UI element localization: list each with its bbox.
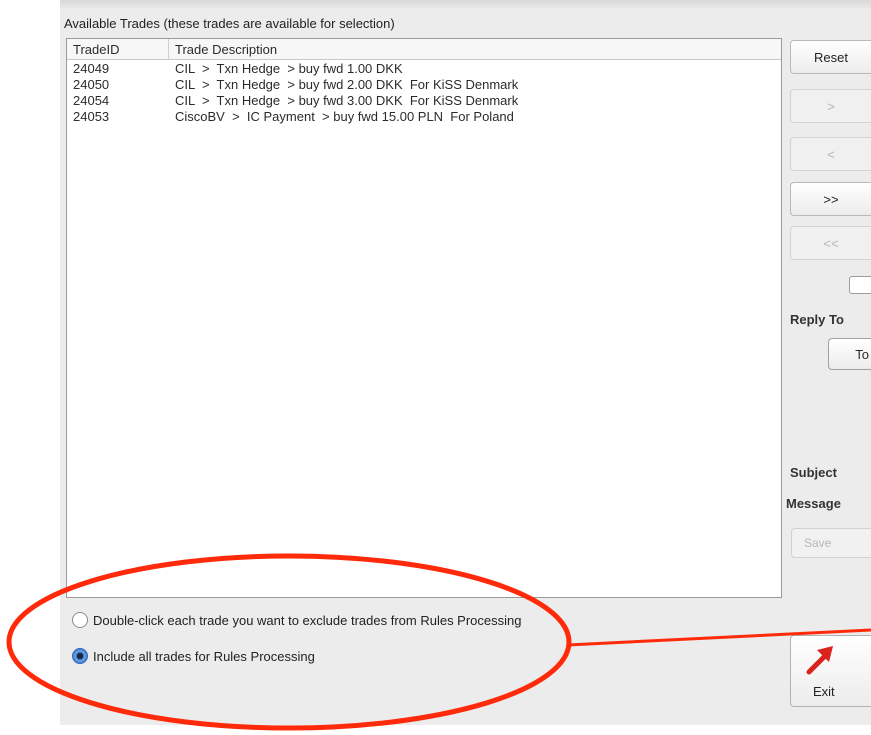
trade-description-cell: CiscoBV > IC Payment > buy fwd 15.00 PLN…	[175, 109, 514, 124]
top-strip	[60, 0, 871, 8]
save-button[interactable]: Save	[791, 528, 871, 558]
table-row[interactable]: 24050 CIL > Txn Hedge > buy fwd 2.00 DKK…	[67, 77, 781, 93]
trade-description-cell: CIL > Txn Hedge > buy fwd 3.00 DKK For K…	[175, 93, 519, 108]
move-all-left-button[interactable]: <<	[790, 226, 871, 260]
include-all-label: Include all trades for Rules Processing	[93, 648, 315, 664]
move-left-button[interactable]: <	[790, 137, 871, 171]
column-divider	[168, 39, 169, 59]
side-checkbox[interactable]	[849, 276, 871, 294]
column-header-tradeid[interactable]: TradeID	[73, 42, 119, 57]
move-all-right-button[interactable]: >>	[790, 182, 871, 216]
trade-id-cell: 24053	[73, 109, 110, 124]
exclude-trades-label: Double-click each trade you want to excl…	[93, 612, 522, 628]
table-row[interactable]: 24053 CiscoBV > IC Payment > buy fwd 15.…	[67, 109, 781, 125]
trade-rows: 24049 CIL > Txn Hedge > buy fwd 1.00 DKK…	[67, 61, 781, 125]
trade-id-cell: 24054	[73, 93, 110, 108]
available-trades-list[interactable]: TradeID Trade Description 24049 CIL > Tx…	[66, 38, 782, 598]
to-button[interactable]: To	[828, 338, 871, 370]
include-all-radio[interactable]	[72, 648, 88, 664]
include-all-option[interactable]: Include all trades for Rules Processing	[72, 648, 315, 664]
trade-description-cell: CIL > Txn Hedge > buy fwd 1.00 DKK	[175, 61, 403, 76]
trade-id-cell: 24049	[73, 61, 110, 76]
exclude-trades-radio[interactable]	[72, 612, 88, 628]
list-header: TradeID Trade Description	[67, 39, 781, 60]
subject-label: Subject	[790, 465, 837, 480]
reset-button[interactable]: Reset	[790, 40, 871, 74]
table-row[interactable]: 24054 CIL > Txn Hedge > buy fwd 3.00 DKK…	[67, 93, 781, 109]
trade-description-cell: CIL > Txn Hedge > buy fwd 2.00 DKK For K…	[175, 77, 519, 92]
message-label: Message	[786, 496, 841, 511]
trade-selection-window: Available Trades (these trades are avail…	[60, 0, 871, 725]
table-row[interactable]: 24049 CIL > Txn Hedge > buy fwd 1.00 DKK	[67, 61, 781, 77]
exit-button[interactable]: Exit	[790, 635, 871, 707]
trade-id-cell: 24050	[73, 77, 110, 92]
exit-arrow-icon	[806, 646, 833, 675]
column-header-trade-description[interactable]: Trade Description	[175, 42, 277, 57]
available-trades-title: Available Trades (these trades are avail…	[64, 16, 395, 31]
exit-label: Exit	[813, 684, 835, 699]
exclude-trades-option[interactable]: Double-click each trade you want to excl…	[72, 612, 522, 628]
move-right-button[interactable]: >	[790, 89, 871, 123]
reply-to-label: Reply To	[790, 312, 844, 327]
